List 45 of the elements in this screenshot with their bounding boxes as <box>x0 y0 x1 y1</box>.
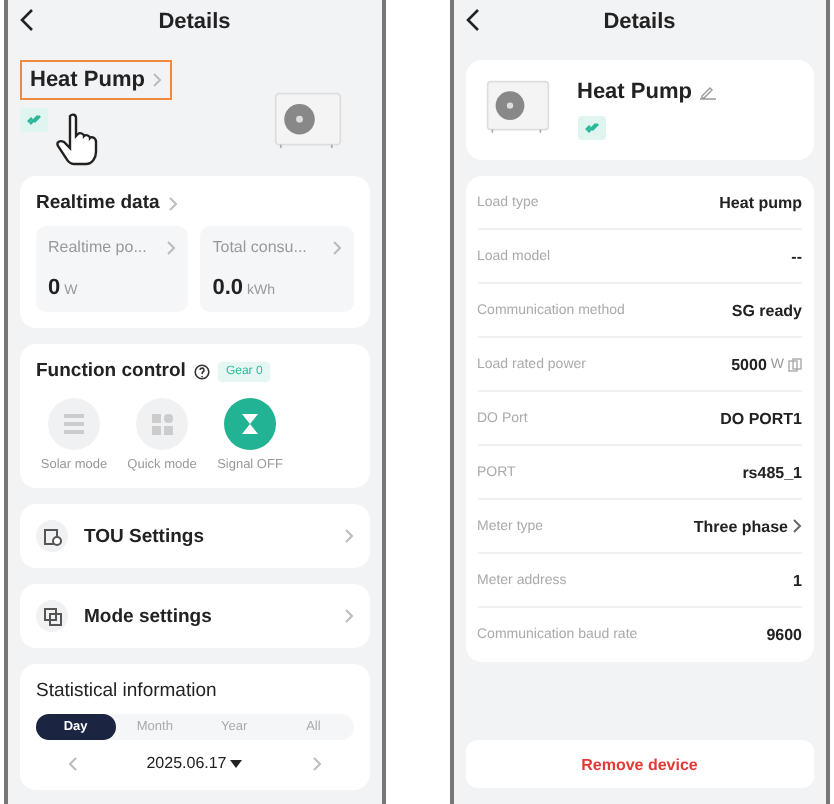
metric-value: 0 <box>48 276 61 300</box>
chevron-icon <box>331 239 341 255</box>
info-value: DO PORT1 <box>720 409 802 427</box>
heat-pump-image <box>273 92 341 150</box>
info-value: rs485_1 <box>742 463 802 481</box>
device-name: Heat Pump <box>577 80 692 104</box>
page-title: Details <box>601 10 678 34</box>
info-value: 5000 <box>731 355 767 373</box>
heat-pump-image <box>485 80 549 135</box>
link-icon[interactable] <box>20 108 48 132</box>
chevron-icon <box>792 518 802 534</box>
metric-label: Total consu... <box>212 238 307 256</box>
caret-icon <box>230 759 243 767</box>
hourglass-icon <box>240 412 260 436</box>
calendar-clock-icon <box>43 527 61 545</box>
device-name-link[interactable]: Heat Pump <box>20 60 173 100</box>
settings-menu-item[interactable]: Mode settings <box>20 584 369 648</box>
info-value: Heat pump <box>719 193 802 211</box>
edit-icon[interactable] <box>699 84 716 100</box>
metric-value: 0.0 <box>212 276 244 300</box>
remove-device-button[interactable]: Remove device <box>465 740 814 788</box>
info-value: -- <box>791 247 802 265</box>
chevron-icon <box>166 239 177 255</box>
info-value: 1 <box>793 571 802 589</box>
chevron-icon <box>343 608 353 624</box>
chevron-icon <box>343 528 353 544</box>
info-value: 9600 <box>766 626 802 644</box>
grid-icon <box>151 413 173 435</box>
list-icon <box>62 414 86 434</box>
card-title: Function control <box>36 360 186 382</box>
chevron-icon <box>167 195 178 211</box>
card-title: Statistical information <box>36 680 219 702</box>
link-icon[interactable] <box>577 116 605 140</box>
info-value: SG ready <box>731 301 802 319</box>
hand-pointer-icon <box>56 112 100 168</box>
overlapping-squares-icon <box>43 607 61 625</box>
date-picker[interactable]: 2025.06.17 <box>134 752 255 774</box>
info-link[interactable]: Three phase <box>693 517 802 535</box>
copy-icon[interactable] <box>788 357 802 371</box>
card-title: Realtime data <box>36 192 160 214</box>
chevron-icon <box>152 72 163 88</box>
help-icon[interactable] <box>193 363 210 379</box>
settings-menu-item[interactable]: TOU Settings <box>20 504 369 568</box>
page-title: Details <box>156 10 233 34</box>
metric-label: Realtime po... <box>48 238 147 256</box>
